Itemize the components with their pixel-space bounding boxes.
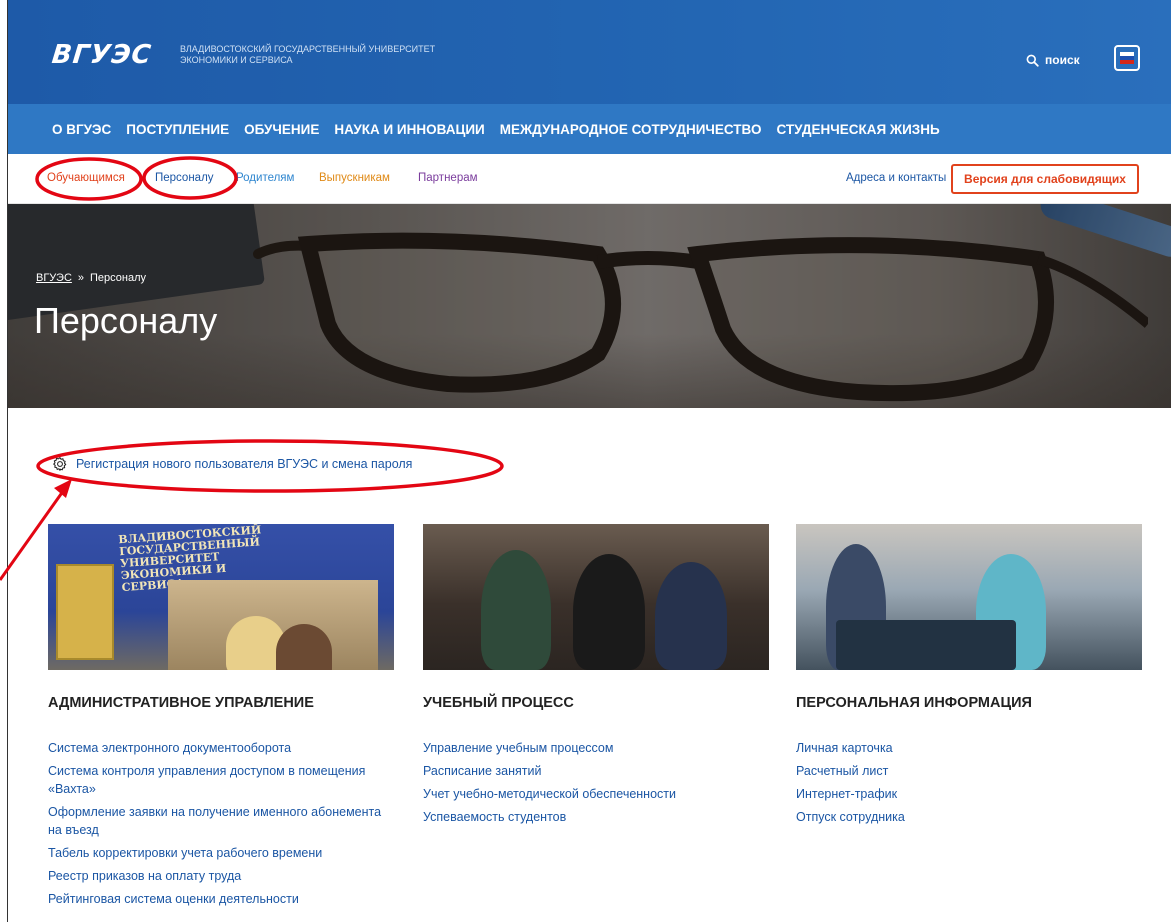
accessibility-version-button[interactable]: Версия для слабовидящих [951,164,1139,194]
section-link-entry-pass[interactable]: Оформление заявки на получение именного … [48,803,394,839]
section-link-list: Управление учебным процессом Расписание … [423,739,769,826]
breadcrumb-home-link[interactable]: ВГУЭС [36,272,72,284]
audience-link-parents[interactable]: Родителям [236,172,294,184]
hero-banner: ВГУЭС » Персоналу Персоналу [8,204,1171,408]
main-nav-item-education[interactable]: ОБУЧЕНИЕ [244,122,319,137]
registration-link[interactable]: Регистрация нового пользователя ВГУЭС и … [52,456,412,472]
photo-person [655,562,727,670]
tagline-line-1: ВЛАДИВОСТОКСКИЙ ГОСУДАРСТВЕННЫЙ УНИВЕРСИ… [180,44,436,54]
section-link-edms[interactable]: Система электронного документооборота [48,739,394,757]
registration-link-label: Регистрация нового пользователя ВГУЭС и … [76,457,413,471]
section-link-timesheet[interactable]: Табель корректировки учета рабочего врем… [48,844,394,862]
main-nav-item-science[interactable]: НАУКА И ИННОВАЦИИ [334,122,484,137]
audience-link-alumni[interactable]: Выпускникам [319,172,390,184]
audience-link-students[interactable]: Обучающимся [47,172,125,184]
section-link-access-control[interactable]: Система контроля управления доступом в п… [48,762,394,798]
audience-nav: Обучающимся Персоналу Родителям Выпускни… [8,154,1171,204]
section-personal: ПЕРСОНАЛЬНАЯ ИНФОРМАЦИЯ Личная карточка … [796,524,1142,831]
section-link-methodology[interactable]: Учет учебно-методической обеспеченности [423,785,769,803]
section-educational: УЧЕБНЫЙ ПРОЦЕСС Управление учебным проце… [423,524,769,831]
section-link-list: Личная карточка Расчетный лист Интернет-… [796,739,1142,826]
page: ВГУЭС ВЛАДИВОСТОКСКИЙ ГОСУДАРСТВЕННЫЙ УН… [7,0,1171,922]
main-nav-item-about[interactable]: О ВГУЭС [52,122,111,137]
section-photo-educational [423,524,769,670]
breadcrumb-current: Персоналу [90,272,147,284]
main-nav-item-admission[interactable]: ПОСТУПЛЕНИЕ [126,122,229,137]
search-button[interactable]: поиск [1026,53,1080,67]
section-link-payslip[interactable]: Расчетный лист [796,762,1142,780]
search-icon [1026,54,1039,67]
breadcrumb: ВГУЭС » Персоналу [36,272,146,284]
section-title: УЧЕБНЫЙ ПРОЦЕСС [423,695,574,711]
main-nav-item-international[interactable]: МЕЖДУНАРОДНОЕ СОТРУДНИЧЕСТВО [500,122,762,137]
photo-person [573,554,645,670]
section-link-process-management[interactable]: Управление учебным процессом [423,739,769,757]
site-logo[interactable]: ВГУЭС [50,40,153,70]
section-photo-administrative: ВЛАДИВОСТОКСКИЙ ГОСУДАРСТВЕННЫЙ УНИВЕРСИ… [48,524,394,670]
tagline-line-2: ЭКОНОМИКИ И СЕРВИСА [180,55,293,65]
section-link-personal-card[interactable]: Личная карточка [796,739,1142,757]
audience-link-staff[interactable]: Персоналу [155,172,214,184]
section-link-list: Система электронного документооборота Си… [48,739,394,908]
site-tagline: ВЛАДИВОСТОКСКИЙ ГОСУДАРСТВЕННЫЙ УНИВЕРСИ… [180,44,435,66]
photo-touchscreen [836,620,1016,670]
main-nav-item-student-life[interactable]: СТУДЕНЧЕСКАЯ ЖИЗНЬ [776,122,939,137]
gear-icon [53,457,67,471]
section-administrative: ВЛАДИВОСТОКСКИЙ ГОСУДАРСТВЕННЫЙ УНИВЕРСИ… [48,524,394,913]
section-title: АДМИНИСТРАТИВНОЕ УПРАВЛЕНИЕ [48,695,314,711]
flag-ru-icon [1120,52,1134,64]
section-link-payroll-orders[interactable]: Реестр приказов на оплату труда [48,867,394,885]
section-link-internet-traffic[interactable]: Интернет-трафик [796,785,1142,803]
contacts-link[interactable]: Адреса и контакты [846,172,946,184]
section-link-student-grades[interactable]: Успеваемость студентов [423,808,769,826]
section-link-schedule[interactable]: Расписание занятий [423,762,769,780]
section-title: ПЕРСОНАЛЬНАЯ ИНФОРМАЦИЯ [796,695,1032,711]
photo-person [481,550,551,670]
main-nav: О ВГУЭС ПОСТУПЛЕНИЕ ОБУЧЕНИЕ НАУКА И ИНН… [8,104,1171,154]
section-link-vacation[interactable]: Отпуск сотрудника [796,808,1142,826]
site-header: ВГУЭС ВЛАДИВОСТОКСКИЙ ГОСУДАРСТВЕННЫЙ УН… [8,0,1171,104]
section-photo-personal [796,524,1142,670]
page-title: Персоналу [34,300,218,341]
language-button[interactable] [1114,45,1140,71]
search-label: поиск [1045,53,1080,67]
section-link-rating-system[interactable]: Рейтинговая система оценки деятельности [48,890,394,908]
photo-poster [56,564,114,660]
breadcrumb-separator: » [77,272,85,284]
audience-link-partners[interactable]: Партнерам [418,172,478,184]
